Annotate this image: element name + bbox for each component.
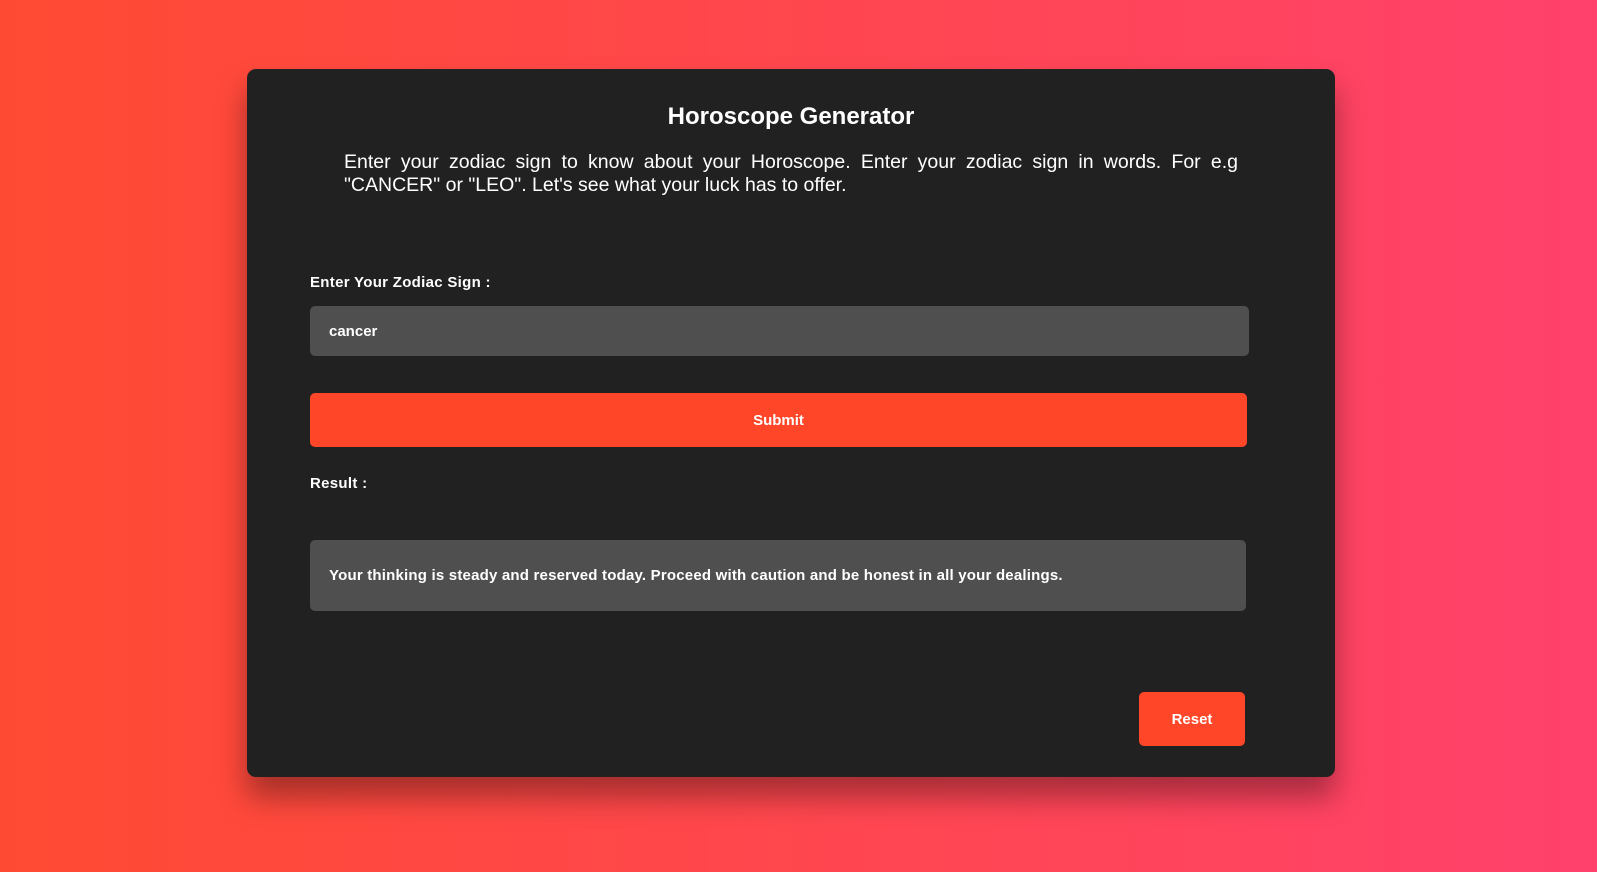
- result-label: Result :: [310, 475, 368, 492]
- page-title: Horoscope Generator: [667, 103, 915, 130]
- zodiac-sign-input[interactable]: [310, 306, 1249, 356]
- result-text: Your thinking is steady and reserved tod…: [329, 567, 1063, 584]
- horoscope-card: Horoscope Generator Enter your zodiac si…: [247, 69, 1335, 777]
- submit-button[interactable]: Submit: [310, 393, 1247, 447]
- page-description: Enter your zodiac sign to know about you…: [344, 151, 1238, 196]
- reset-button[interactable]: Reset: [1139, 692, 1245, 746]
- result-box: Your thinking is steady and reserved tod…: [310, 540, 1246, 611]
- zodiac-sign-label: Enter Your Zodiac Sign :: [310, 274, 491, 291]
